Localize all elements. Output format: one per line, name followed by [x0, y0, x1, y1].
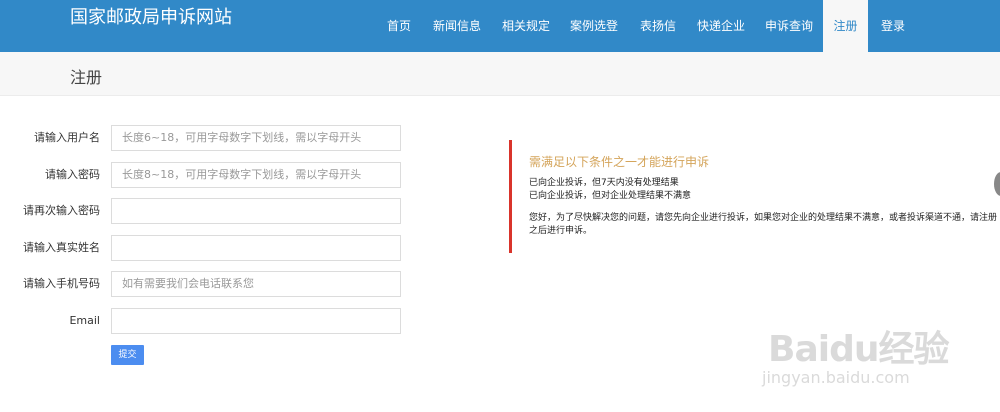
confirm-password-row: 请再次输入密码 [0, 198, 100, 224]
page-header: 注册 [0, 52, 1000, 96]
notice-condition-1: 已向企业投诉，但7天内没有处理结果 [529, 178, 679, 188]
real-name-row: 请输入真实姓名 [0, 235, 100, 261]
username-label: 请输入用户名 [34, 131, 100, 144]
nav-news[interactable]: 新闻信息 [424, 0, 490, 52]
nav-praise-letters[interactable]: 表扬信 [631, 0, 685, 52]
nav-home[interactable]: 首页 [378, 0, 420, 52]
phone-row: 请输入手机号码 [0, 271, 100, 297]
top-navbar: 国家邮政局申诉网站 首页 新闻信息 相关规定 案例选登 表扬信 快递企业 申诉查… [0, 0, 1000, 52]
nav-regulations[interactable]: 相关规定 [493, 0, 559, 52]
complaint-conditions-notice: 需满足以下条件之一才能进行申诉 已向企业投诉，但7天内没有处理结果 已向企业投诉… [509, 140, 999, 253]
confirm-password-input[interactable] [111, 198, 401, 224]
watermark-url: jingyan.baidu.com [762, 368, 910, 387]
email-input[interactable] [111, 308, 401, 334]
phone-label: 请输入手机号码 [23, 277, 100, 290]
phone-input[interactable]: 如有需要我们会电话联系您 [111, 271, 401, 297]
password-label: 请输入密码 [45, 168, 100, 181]
real-name-input[interactable] [111, 235, 401, 261]
watermark-logo: Baidu经验 [768, 329, 949, 370]
nav-cases[interactable]: 案例选登 [561, 0, 627, 52]
notice-condition-2: 已向企业投诉，但对企业处理结果不满意 [529, 191, 692, 201]
username-input[interactable]: 长度6~18，可用字母数字下划线，需以字母开头 [111, 125, 401, 151]
password-row: 请输入密码 [0, 162, 100, 188]
password-input[interactable]: 长度8~18，可用字母数字下划线，需以字母开头 [111, 162, 401, 188]
nav-login[interactable]: 登录 [872, 0, 914, 52]
submit-button[interactable]: 提交 [111, 345, 144, 365]
baidu-jingyan-watermark: Baidu经验 jingyan.baidu.com [762, 300, 997, 400]
nav-express-companies[interactable]: 快递企业 [688, 0, 754, 52]
site-title[interactable]: 国家邮政局申诉网站 [70, 6, 232, 30]
nav-complaint-query[interactable]: 申诉查询 [757, 0, 821, 52]
email-label: Email [69, 314, 100, 327]
confirm-password-label: 请再次输入密码 [23, 204, 100, 217]
nav-register[interactable]: 注册 [823, 0, 868, 52]
email-row: Email [0, 308, 100, 334]
notice-body: 您好，为了尽快解决您的问题，请您先向企业进行投诉，如果您对企业的处理结果不满意，… [529, 213, 998, 236]
username-row: 请输入用户名 [0, 125, 100, 151]
real-name-label: 请输入真实姓名 [23, 241, 100, 254]
notice-title: 需满足以下条件之一才能进行申诉 [529, 155, 710, 169]
page-title: 注册 [70, 68, 103, 87]
